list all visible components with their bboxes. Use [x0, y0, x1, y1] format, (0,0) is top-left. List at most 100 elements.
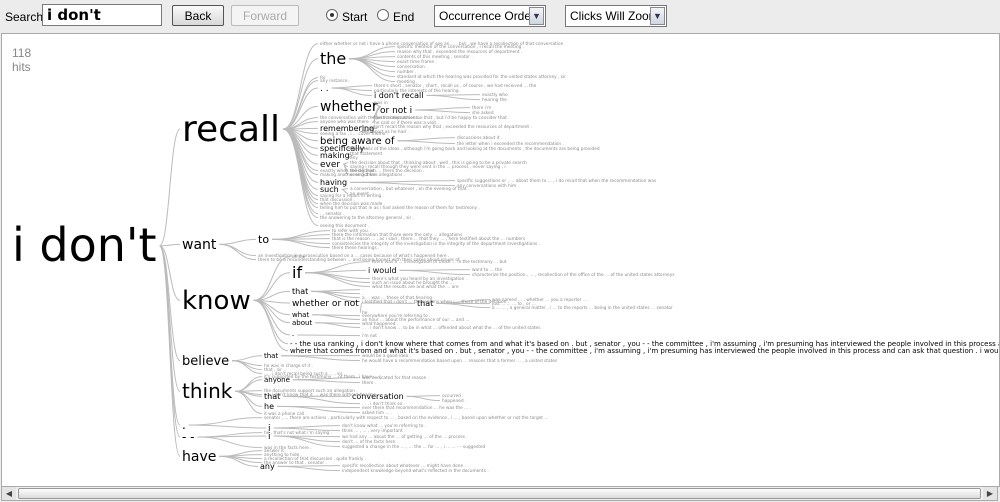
tree-branch: [188, 417, 263, 426]
tree-leaf[interactable]: i testified that i don't ... the reasons…: [362, 299, 509, 305]
tree-node[interactable]: i don't: [12, 218, 157, 272]
tree-leaf[interactable]: there was a ... investigation of those .…: [372, 259, 507, 265]
tree-leaf[interactable]: there .: [362, 380, 376, 386]
tree-node[interactable]: what: [292, 311, 309, 319]
tree-leaf[interactable]: the answering to the attorney general , …: [320, 215, 414, 221]
tree-branch: [406, 395, 441, 402]
tree-branch: [281, 355, 361, 362]
tree-branch: [253, 299, 289, 352]
tree-leaf[interactable]: discussions about it .: [457, 135, 502, 141]
tree-node[interactable]: the: [320, 49, 346, 68]
scroll-left-icon[interactable]: ◀: [2, 487, 16, 500]
tree-branch: [253, 256, 291, 301]
tree-leaf[interactable]: he , that's not what i'm saying .: [264, 430, 332, 436]
tree-leaf[interactable]: suggested a change in the ... , ... the …: [342, 444, 486, 450]
tree-branch: [219, 243, 257, 261]
horizontal-scrollbar[interactable]: ◀ ▶: [1, 486, 998, 501]
click-mode-select[interactable]: Clicks Will Zoom ▼: [565, 5, 667, 27]
tree-node[interactable]: recall: [182, 109, 280, 150]
tree-node[interactable]: -: [292, 332, 294, 339]
tree-leaf[interactable]: i'm not .: [362, 333, 380, 339]
scroll-right-icon[interactable]: ▶: [983, 487, 997, 500]
tree-leaf[interactable]: he would have a recommendation based upo…: [362, 358, 558, 364]
tree-node[interactable]: i would: [368, 266, 397, 275]
end-label: End: [393, 10, 415, 24]
tree-branch: [305, 272, 371, 288]
tree-branch: [397, 137, 456, 142]
tree-node[interactable]: such: [320, 185, 339, 194]
tree-branch: [235, 376, 263, 392]
tree-node[interactable]: . .: [320, 84, 329, 94]
word-tree-canvas[interactable]: 118 hits i don't recall want know believe thin…: [1, 33, 1000, 487]
tree-leaf[interactable]: all the: [292, 254, 306, 260]
tree-branch: [188, 424, 267, 429]
tree-branch: [397, 140, 456, 145]
tree-node[interactable]: whether: [320, 99, 378, 115]
tree-leaf[interactable]: telling him to put that in as i had aske…: [320, 205, 480, 211]
tree-branch: [305, 272, 371, 284]
tree-node[interactable]: believe: [182, 354, 229, 369]
tree-branch: [277, 465, 341, 472]
tree-branch: [341, 188, 349, 195]
tree-node[interactable]: think: [182, 379, 233, 403]
tree-node[interactable]: or not i: [380, 106, 412, 116]
tree-leaf[interactable]: standard at which the hearing was provid…: [397, 74, 569, 80]
tree-node[interactable]: know: [182, 286, 251, 316]
search-input[interactable]: i don't: [42, 4, 162, 26]
tree-branch: [415, 109, 471, 114]
tree-node[interactable]: he: [264, 402, 274, 411]
tree-node[interactable]: - -: [182, 430, 194, 444]
order-select[interactable]: Occurrence Order ▼: [434, 5, 546, 27]
tree-leaf[interactable]: . . . i don't know ... to be in what ...…: [362, 325, 541, 331]
tree-node[interactable]: whether or not: [292, 299, 359, 309]
tree-leaf[interactable]: was in: [374, 100, 388, 106]
tree-branch: [282, 128, 319, 209]
tree-node[interactable]: that: [264, 352, 278, 360]
start-radio[interactable]: [326, 9, 338, 21]
start-label: Start: [342, 10, 368, 24]
tree-leaf[interactable]: think ... , ... , very important .: [342, 428, 405, 434]
tree-leaf[interactable]: senator , ... there are actions , partic…: [264, 415, 548, 421]
tree-leaf[interactable]: the answer to that , senator .: [264, 460, 327, 466]
tree-leaf[interactable]: characterize the position , ... , recoll…: [472, 272, 675, 278]
tree-branch: [159, 243, 181, 247]
end-radio[interactable]: [377, 9, 389, 21]
tree-leaf[interactable]: particularly the interests of the hearin…: [374, 88, 461, 94]
tree-branch: [282, 43, 319, 130]
toolbar: Search i don't Back Forward Start End Oc…: [0, 0, 1000, 33]
forward-button[interactable]: Forward: [231, 5, 299, 26]
word-tree: i don'trecallwantknowbelievethink.- -hav…: [12, 41, 999, 474]
tree-branch: [235, 379, 263, 392]
tree-branch: [159, 128, 181, 247]
tree-leaf[interactable]: the details of the ideas , although i'm …: [350, 146, 600, 152]
tree-leaf[interactable]: there these hearings .: [332, 245, 379, 251]
tree-node[interactable]: if: [292, 263, 302, 282]
tree-node[interactable]: to: [258, 233, 269, 246]
chevron-down-icon: ▼: [529, 7, 544, 25]
tree-branch: [159, 245, 181, 457]
tree-node[interactable]: want: [182, 237, 217, 253]
tree-node[interactable]: about: [292, 319, 312, 327]
tree-branch: [297, 334, 361, 337]
tree-node[interactable]: have: [182, 449, 216, 465]
tree-leaf[interactable]: independent knowledge beyond what's refl…: [342, 468, 489, 474]
tree-leaf[interactable]: . . . i don't know that it ... was there…: [264, 392, 379, 398]
tree-leaf[interactable]: what the results are and what the ... ar…: [372, 284, 459, 290]
tree-leaf[interactable]: seeing these allegations .: [350, 172, 405, 178]
tree-node[interactable]: that: [292, 287, 308, 296]
tree-branch: [219, 243, 257, 257]
click-mode-value: Clicks Will Zoom: [570, 9, 659, 23]
scrollbar-thumb[interactable]: [18, 488, 981, 499]
tree-leaf[interactable]: any instance .: [320, 78, 350, 84]
back-button[interactable]: Back: [172, 5, 224, 26]
tree-leaf[interactable]: she asked: [472, 110, 494, 116]
tree-leaf[interactable]: a ... ... , a general matter , i ... to …: [492, 305, 673, 311]
tree-leaf[interactable]: the report as he had .: [362, 129, 409, 135]
tree-leaf[interactable]: hearing the: [482, 97, 507, 103]
tree-branch: [426, 94, 481, 101]
tree-node[interactable]: making: [320, 151, 350, 160]
tree-leaf[interactable]: an event .: [350, 191, 372, 197]
tree-branch: [219, 238, 257, 245]
tree-leaf[interactable]: happened .: [442, 398, 466, 404]
tree-branch: [399, 269, 471, 276]
